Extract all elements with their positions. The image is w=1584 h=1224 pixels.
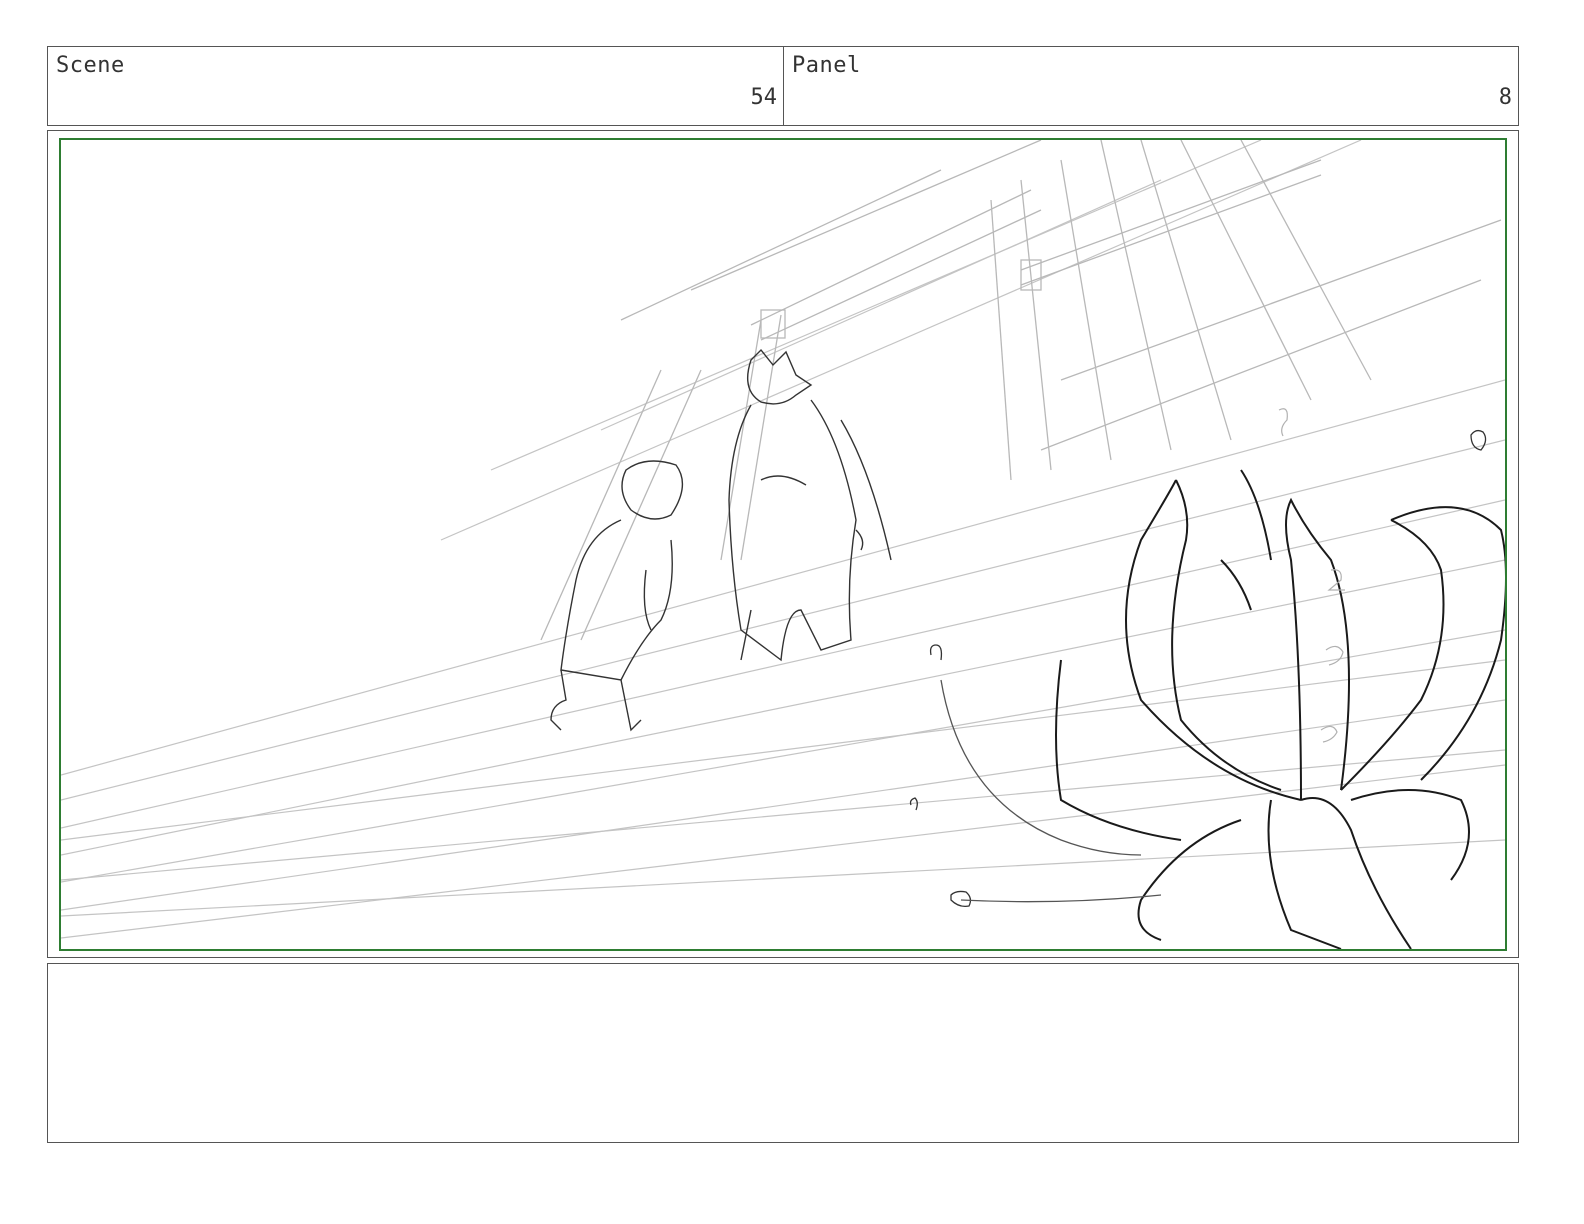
child-figure [550, 460, 684, 732]
storyboard-frame [47, 130, 1519, 958]
sketch-drawing [61, 140, 1505, 949]
stair-perspective-lines [61, 140, 1505, 939]
scene-label: Scene [56, 53, 125, 78]
pebbles-and-arcs [909, 429, 1487, 908]
panel-label: Panel [792, 53, 861, 78]
gate-structure [540, 140, 1502, 641]
scene-number: 54 [750, 85, 778, 110]
panel-field: Panel 8 [784, 47, 1518, 125]
panel-number: 8 [1498, 85, 1512, 110]
safe-area-border [59, 138, 1507, 951]
scene-field: Scene 54 [48, 47, 784, 125]
notes-area [47, 963, 1519, 1143]
panel-header: Scene 54 Panel 8 [47, 46, 1519, 126]
